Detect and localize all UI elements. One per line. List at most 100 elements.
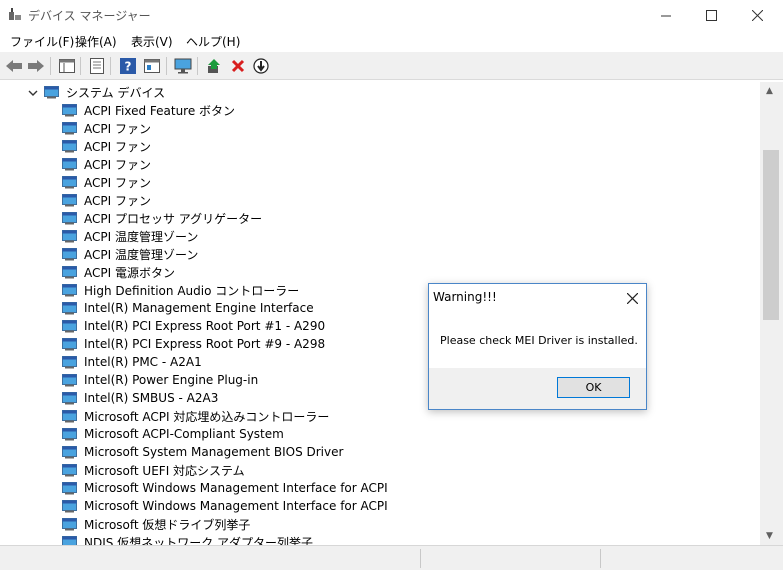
status-bar [0, 545, 783, 570]
ok-button[interactable]: OK [557, 377, 630, 398]
close-button[interactable] [735, 0, 780, 30]
device-list-item[interactable]: Microsoft ACPI 対応埋め込みコントローラー [62, 407, 329, 425]
device-icon [62, 392, 77, 405]
device-list-item[interactable]: Microsoft ACPI-Compliant System [62, 425, 284, 443]
device-list-item[interactable]: ACPI プロセッサ アグリゲーター [62, 209, 262, 227]
menu-action[interactable]: 操作(A) [75, 33, 117, 50]
properties-icon [90, 58, 104, 74]
device-icon [62, 104, 77, 117]
update-driver-icon [208, 59, 220, 73]
help-icon: ? [120, 58, 136, 74]
view-button[interactable] [142, 56, 162, 76]
show-hide-console-button[interactable] [57, 56, 77, 76]
device-list-item[interactable]: Intel(R) PCI Express Root Port #1 - A290 [62, 317, 325, 335]
device-label: ACPI Fixed Feature ボタン [84, 103, 236, 118]
device-icon [62, 212, 77, 225]
device-label: Intel(R) Management Engine Interface [84, 301, 314, 315]
minimize-button[interactable] [644, 0, 689, 30]
window-title: デバイス マネージャー [28, 9, 151, 23]
dialog-close-button[interactable] [621, 287, 643, 309]
device-icon [62, 302, 77, 315]
device-list-item[interactable]: Intel(R) SMBUS - A2A3 [62, 389, 218, 407]
device-list-item[interactable]: ACPI 温度管理ゾーン [62, 245, 198, 263]
device-list-item[interactable]: Intel(R) Management Engine Interface [62, 299, 314, 317]
device-label: ACPI ファン [84, 193, 151, 208]
device-label: Intel(R) PCI Express Root Port #1 - A290 [84, 319, 326, 333]
device-label: ACPI ファン [84, 157, 151, 172]
monitor-icon [174, 58, 192, 74]
vertical-scrollbar[interactable]: ▲ ▼ [760, 82, 783, 545]
device-icon [62, 176, 77, 189]
toolbar-separator [80, 57, 81, 75]
device-list-item[interactable]: ACPI ファン [62, 191, 151, 209]
device-icon [62, 140, 77, 153]
svg-text:?: ? [125, 60, 132, 74]
device-list-item[interactable]: Microsoft System Management BIOS Driver [62, 443, 343, 461]
device-list-item[interactable]: Intel(R) Power Engine Plug-in [62, 371, 258, 389]
device-list-item[interactable]: Microsoft 仮想ドライブ列挙子 [62, 515, 250, 533]
menu-help[interactable]: ヘルプ(H) [186, 33, 240, 50]
status-separator [600, 549, 601, 568]
device-list-item[interactable]: NDIS 仮想ネットワーク アダプター列挙子 [62, 533, 313, 545]
device-label: Microsoft ACPI 対応埋め込みコントローラー [84, 409, 330, 424]
device-label: Microsoft ACPI-Compliant System [84, 427, 284, 441]
device-label: Microsoft System Management BIOS Driver [84, 445, 344, 459]
help-button[interactable]: ? [118, 56, 138, 76]
scroll-up-icon[interactable]: ▲ [766, 86, 773, 96]
forward-button[interactable] [26, 56, 46, 76]
device-list-item[interactable]: ACPI 温度管理ゾーン [62, 227, 198, 245]
maximize-icon [706, 9, 717, 21]
device-icon [62, 248, 77, 261]
device-list-item[interactable]: Intel(R) PCI Express Root Port #9 - A298 [62, 335, 325, 353]
device-label: Intel(R) SMBUS - A2A3 [84, 391, 219, 405]
back-button[interactable] [4, 56, 24, 76]
device-list-item[interactable]: High Definition Audio コントローラー [62, 281, 299, 299]
tree-category-system-devices[interactable]: システム デバイス [44, 83, 165, 101]
forward-arrow-icon [28, 60, 44, 72]
system-device-folder-icon [44, 86, 59, 99]
device-label: ACPI ファン [84, 139, 151, 154]
device-icon [62, 338, 77, 351]
device-label: Intel(R) PCI Express Root Port #9 - A298 [84, 337, 326, 351]
scan-hardware-button[interactable] [173, 56, 193, 76]
minimize-icon [661, 15, 671, 16]
device-list-item[interactable]: ACPI Fixed Feature ボタン [62, 101, 235, 119]
device-label: ACPI プロセッサ アグリゲーター [84, 211, 263, 226]
device-label: Microsoft Windows Management Interface f… [84, 481, 388, 495]
maximize-button[interactable] [689, 0, 734, 30]
uninstall-button[interactable] [228, 56, 248, 76]
menu-file[interactable]: ファイル(F) [10, 33, 74, 50]
device-icon [62, 356, 77, 369]
properties-button[interactable] [87, 56, 107, 76]
device-label: High Definition Audio コントローラー [84, 283, 300, 298]
toolbar-separator [197, 57, 198, 75]
warning-dialog: Warning!!! Please check MEI Driver is in… [428, 283, 647, 410]
toolbar-separator [50, 57, 51, 75]
device-list-item[interactable]: ACPI ファン [62, 137, 151, 155]
console-tree-icon [59, 59, 75, 73]
toolbar-separator [110, 57, 111, 75]
update-driver-button[interactable] [204, 56, 224, 76]
scroll-down-icon[interactable]: ▼ [766, 531, 773, 541]
device-label: ACPI 温度管理ゾーン [84, 229, 199, 244]
device-list-item[interactable]: ACPI ファン [62, 173, 151, 191]
back-arrow-icon [6, 60, 22, 72]
device-list-item[interactable]: ACPI ファン [62, 119, 151, 137]
device-label: ACPI ファン [84, 121, 151, 136]
close-icon [752, 9, 763, 21]
scrollbar-thumb[interactable] [763, 150, 779, 320]
device-list-item[interactable]: Microsoft Windows Management Interface f… [62, 497, 388, 515]
device-list-item[interactable]: ACPI ファン [62, 155, 151, 173]
device-list-item[interactable]: Intel(R) PMC - A2A1 [62, 353, 202, 371]
device-list-item[interactable]: ACPI 電源ボタン [62, 263, 175, 281]
device-list-item[interactable]: Microsoft Windows Management Interface f… [62, 479, 388, 497]
device-label: ACPI 温度管理ゾーン [84, 247, 199, 262]
disable-device-button[interactable] [251, 56, 271, 76]
device-manager-icon [9, 8, 21, 20]
device-label: Intel(R) PMC - A2A1 [84, 355, 202, 369]
device-icon [62, 158, 77, 171]
device-list-item[interactable]: Microsoft UEFI 対応システム [62, 461, 245, 479]
status-separator [420, 549, 421, 568]
chevron-down-icon[interactable] [27, 87, 39, 99]
menu-view[interactable]: 表示(V) [131, 33, 173, 50]
